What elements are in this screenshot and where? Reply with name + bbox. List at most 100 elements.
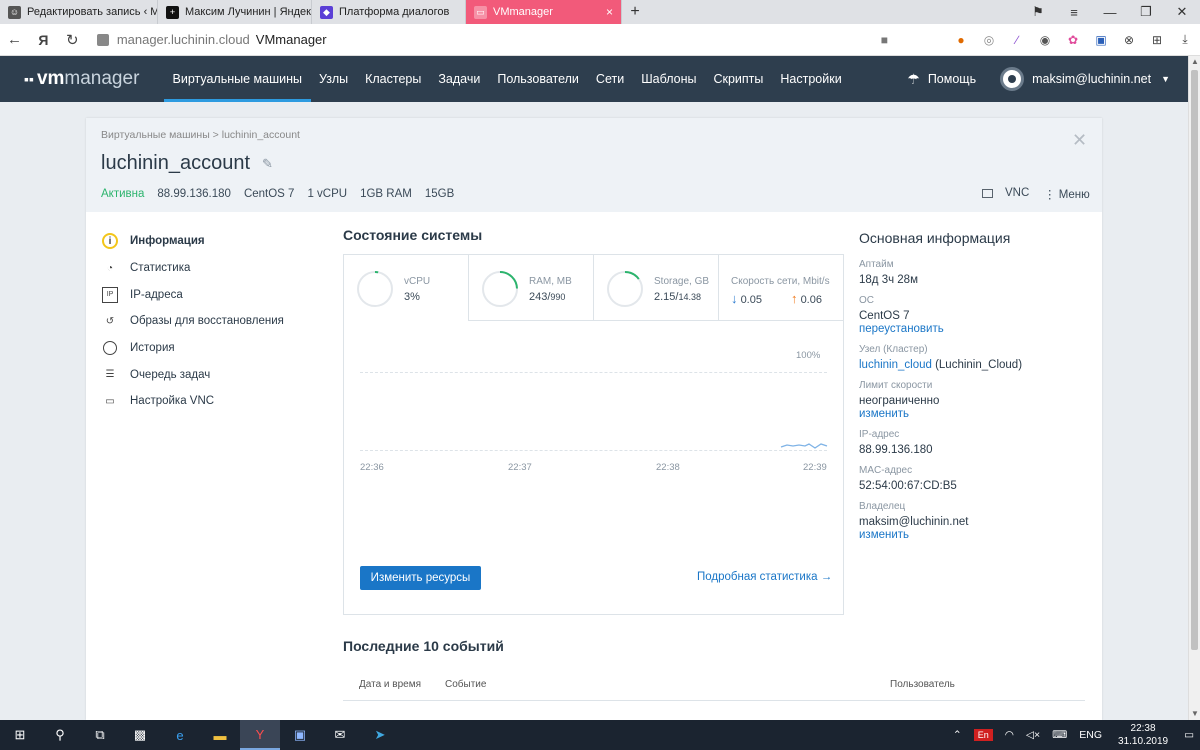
mail-icon[interactable]: ✉ — [320, 720, 360, 750]
side-item-statistics[interactable]: ◔ Статистика — [102, 255, 322, 282]
metric-network[interactable]: Скорость сети, Mbit/s ↓ 0.05 ↑ 0.06 — [719, 255, 843, 321]
main-nav: Виртуальные машины Узлы Кластеры Задачи … — [164, 56, 850, 102]
events-title: Последние 10 событий — [343, 638, 504, 654]
umbrella-icon: ☂ — [907, 70, 920, 87]
file-explorer-icon[interactable]: ▬ — [200, 720, 240, 750]
wifi-icon[interactable]: ◠ — [1005, 729, 1014, 741]
tab-vmmanager[interactable]: ▭ VMmanager × — [466, 0, 622, 24]
nav-scripts[interactable]: Скрипты — [705, 56, 772, 102]
pie-chart-icon: ◔ — [106, 262, 114, 274]
bookmarks-icon[interactable]: ⚑ — [1020, 4, 1056, 20]
extension-icon[interactable]: ✿ — [1060, 31, 1086, 49]
reload-icon[interactable]: ↻ — [58, 31, 87, 49]
info-node: Узел (Кластер) luchinin_cloud (Luchinin_… — [859, 344, 1023, 371]
vnc-button[interactable]: VNC — [982, 187, 1029, 199]
extension-icon[interactable]: ● — [948, 31, 974, 49]
extension-icon[interactable]: ▣ — [1088, 31, 1114, 49]
user-menu[interactable]: maksim@luchinin.net ▼ — [1000, 67, 1170, 91]
new-tab-button[interactable]: + — [622, 0, 648, 24]
nav-settings[interactable]: Настройки — [772, 56, 850, 102]
metric-vcpu[interactable]: vCPU 3% — [344, 255, 469, 321]
tab-title: Редактировать запись ‹ Ма — [27, 6, 158, 18]
screenshot-app-icon[interactable]: ▩ — [120, 720, 160, 750]
side-item-vnc-settings[interactable]: ▭ Настройка VNC — [102, 388, 322, 415]
scroll-up-icon[interactable]: ▲ — [1189, 56, 1200, 68]
chart-tick: 22:36 — [360, 462, 384, 473]
clock[interactable]: 22:38 31.10.2019 — [1118, 722, 1168, 748]
vmmanager-logo[interactable]: ▪▪ vm manager — [24, 68, 154, 90]
side-item-history[interactable]: История — [102, 335, 322, 362]
nav-networks[interactable]: Сети — [587, 56, 632, 102]
yandex-icon[interactable]: Я — [29, 32, 58, 48]
url-field[interactable]: manager.luchinin.cloud VMmanager ■ — [96, 29, 888, 51]
detailed-stats-link[interactable]: Подробная статистика → — [697, 571, 832, 583]
keyboard-layout-badge[interactable]: En — [973, 729, 993, 741]
close-window-icon[interactable]: ✕ — [1164, 4, 1200, 20]
language-indicator[interactable]: ENG — [1079, 729, 1102, 741]
change-owner-link[interactable]: изменить — [859, 529, 1089, 541]
nav-users[interactable]: Пользователи — [489, 56, 588, 102]
nav-virtual-machines[interactable]: Виртуальные машины — [164, 56, 311, 102]
minimize-icon[interactable]: — — [1092, 5, 1128, 20]
node-link[interactable]: luchinin_cloud — [859, 359, 932, 371]
scrollbar-thumb[interactable] — [1191, 70, 1198, 650]
extension-icon[interactable]: ⊗ — [1116, 31, 1142, 49]
page-scrollbar[interactable]: ▲ ▼ — [1188, 56, 1200, 720]
side-item-restore-images[interactable]: ↺ Образы для восстановления — [102, 308, 322, 335]
system-state-title: Состояние системы — [343, 227, 483, 243]
bookmark-icon[interactable]: ■ — [881, 33, 888, 47]
side-item-information[interactable]: i Информация — [102, 228, 322, 255]
col-date[interactable]: Дата и время — [359, 679, 421, 690]
windows-start-icon[interactable]: ⊞ — [0, 720, 40, 750]
tab-edit-post[interactable]: ☺ Редактировать запись ‹ Ма — [0, 0, 158, 24]
close-icon[interactable]: ✕ — [1072, 130, 1087, 151]
metric-ram[interactable]: RAM, MB 243/990 — [469, 255, 594, 321]
info-uptime: Аптайм 18д 3ч 28м — [859, 259, 918, 286]
side-item-ip-addresses[interactable]: IP IP-адреса — [102, 281, 322, 308]
extension-icon[interactable]: ◉ — [1032, 31, 1058, 49]
info-icon: i — [102, 233, 118, 250]
pencil-icon[interactable]: ✎ — [262, 156, 273, 172]
extension-icon[interactable]: ◎ — [976, 31, 1002, 49]
side-item-task-queue[interactable]: ☰ Очередь задач — [102, 361, 322, 388]
telegram-icon[interactable]: ➤ — [360, 720, 400, 750]
restore-window-icon[interactable]: ❐ — [1128, 4, 1164, 20]
close-tab-icon[interactable]: × — [606, 5, 613, 19]
metric-storage[interactable]: Storage, GB 2.15/14.38 — [594, 255, 719, 321]
chevron-up-icon[interactable]: ⌃ — [953, 729, 962, 741]
yandex-browser-icon[interactable]: Y — [240, 720, 280, 750]
extension-icon[interactable]: ∕ — [1004, 31, 1030, 49]
reinstall-link[interactable]: переустановить — [859, 323, 1089, 335]
extension-icon[interactable]: ⊞ — [1144, 31, 1170, 49]
nav-templates[interactable]: Шаблоны — [633, 56, 705, 102]
info-mac: MAC-адрес 52:54:00:67:CD:B5 — [859, 465, 957, 492]
download-icon[interactable]: ⤓ — [1172, 31, 1198, 49]
metric-value: 3% — [404, 291, 420, 303]
notifications-icon[interactable]: ▭ — [1184, 729, 1194, 741]
app-header: ▪▪ vm manager Виртуальные машины Узлы Кла… — [0, 56, 1188, 102]
breadcrumb[interactable]: Виртуальные машины > luchinin_account — [101, 129, 300, 141]
nav-nodes[interactable]: Узлы — [311, 56, 357, 102]
keyboard-icon[interactable]: ⌨ — [1052, 729, 1067, 741]
remote-desktop-icon[interactable]: ▣ — [280, 720, 320, 750]
task-view-icon[interactable]: ⧉ — [80, 720, 120, 750]
help-button[interactable]: ☂ Помощь — [907, 71, 976, 88]
change-resources-button[interactable]: Изменить ресурсы — [360, 566, 481, 590]
chart-gridline — [360, 450, 827, 451]
change-speed-link[interactable]: изменить — [859, 408, 1089, 420]
nav-clusters[interactable]: Кластеры — [357, 56, 430, 102]
vm-ip: 88.99.136.180 — [157, 188, 231, 200]
vm-details-card: Виртуальные машины > luchinin_account lu… — [86, 118, 1102, 720]
search-icon[interactable]: ⚲ — [40, 720, 80, 750]
edge-icon[interactable]: e — [160, 720, 200, 750]
hamburger-menu-icon[interactable]: ≡ — [1056, 5, 1092, 20]
col-user[interactable]: Пользователь — [890, 679, 955, 690]
volume-icon[interactable]: ◁× — [1026, 729, 1040, 741]
back-arrow-icon[interactable]: ← — [0, 31, 29, 48]
scroll-down-icon[interactable]: ▼ — [1189, 708, 1200, 720]
nav-tasks[interactable]: Задачи — [430, 56, 489, 102]
tab-dialogs-platform[interactable]: ◆ Платформа диалогов — [312, 0, 466, 24]
menu-button[interactable]: ⋮ Меню — [1044, 187, 1090, 201]
col-event[interactable]: Событие — [445, 679, 486, 690]
tab-yandex-zen[interactable]: + Максим Лучинин | Яндекс — [158, 0, 312, 24]
